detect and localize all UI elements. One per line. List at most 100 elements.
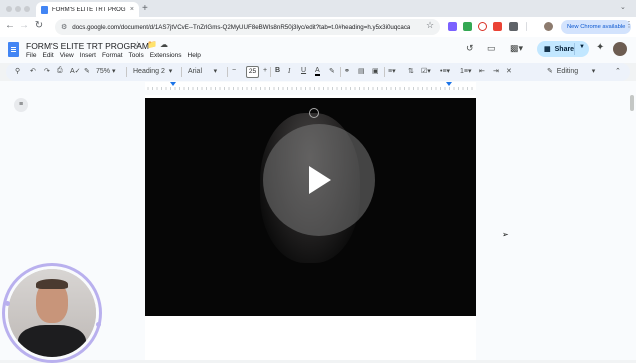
- chrome-menu-icon[interactable]: ⋮: [623, 20, 635, 29]
- star-icon[interactable]: ☆: [134, 40, 141, 49]
- checklist-icon[interactable]: ☑▾: [421, 67, 431, 75]
- share-dropdown-icon[interactable]: ▼: [579, 44, 585, 50]
- document-title[interactable]: FORM'S ELITE TRT PROGRAM: [26, 41, 149, 51]
- share-button[interactable]: ▦ Share ▼: [537, 41, 589, 57]
- print-icon[interactable]: ⎙: [57, 67, 63, 75]
- numbered-list-icon[interactable]: 1≡▾: [460, 67, 472, 75]
- extensions-puzzle-icon[interactable]: [509, 22, 518, 31]
- comment-icon[interactable]: ▭: [487, 43, 496, 54]
- embedded-video[interactable]: [145, 98, 476, 316]
- webcam-person-hair: [36, 279, 68, 289]
- menu-tools[interactable]: Tools: [129, 52, 144, 59]
- window-close-dot[interactable]: [6, 6, 12, 12]
- history-icon[interactable]: ↺: [466, 43, 474, 54]
- address-bar[interactable]: ⚙ docs.google.com/document/d/1AS7jtVCvE-…: [55, 19, 440, 35]
- toolbar-divider: [227, 67, 228, 77]
- webcam-handle[interactable]: [5, 301, 10, 306]
- editing-mode-value: Editing: [556, 68, 579, 75]
- clear-formatting-icon[interactable]: ✕: [506, 67, 512, 75]
- webcam-bubble[interactable]: [8, 269, 96, 357]
- video-call-icon[interactable]: ▩▾: [510, 43, 523, 54]
- document-outline-icon[interactable]: ≡: [14, 98, 28, 112]
- tab-title: FORM'S ELITE TRT PROGRAM: [52, 6, 126, 13]
- bookmark-star-icon[interactable]: ☆: [424, 20, 436, 31]
- bulleted-list-icon[interactable]: •≡▾: [440, 67, 450, 75]
- paragraph-style-select[interactable]: Heading 2 ▾: [133, 67, 172, 75]
- line-spacing-icon[interactable]: ⇅: [408, 67, 414, 75]
- extension-icon-3[interactable]: [478, 22, 487, 31]
- tab-search-button[interactable]: ⌄: [620, 3, 626, 11]
- font-select[interactable]: Arial ▾: [188, 67, 217, 75]
- insert-link-icon[interactable]: ⚭: [344, 67, 350, 75]
- toolbar-divider: [270, 67, 271, 77]
- insert-image-icon[interactable]: ▣: [372, 67, 379, 75]
- zoom-value: 75%: [96, 68, 111, 75]
- tab-close-icon[interactable]: ×: [130, 6, 134, 13]
- browser-toolbar: ← → ↻ ⚙ docs.google.com/document/d/1AS7j…: [0, 17, 636, 37]
- docs-logo-icon[interactable]: [8, 42, 19, 57]
- share-lock-icon: ▦: [544, 46, 551, 53]
- underline-icon[interactable]: U: [301, 67, 306, 74]
- undo-icon[interactable]: ↶: [30, 67, 36, 75]
- window-zoom-dot[interactable]: [24, 6, 30, 12]
- redo-icon[interactable]: ↷: [44, 67, 50, 75]
- docs-header: FORM'S ELITE TRT PROGRAM ☆ 📁 ☁ File Edit…: [0, 37, 636, 63]
- share-divider: [574, 43, 575, 55]
- decrease-font-size-icon[interactable]: −: [232, 67, 236, 74]
- text-color-icon[interactable]: A: [315, 67, 320, 76]
- collapse-menus-icon[interactable]: ⌃: [615, 67, 621, 75]
- decrease-indent-icon[interactable]: ⇤: [479, 67, 485, 75]
- share-label: Share: [554, 45, 575, 53]
- menu-insert[interactable]: Insert: [80, 52, 96, 59]
- vertical-scrollbar[interactable]: [630, 95, 634, 111]
- reload-icon[interactable]: ↻: [33, 20, 45, 31]
- extension-icon-1[interactable]: [448, 22, 457, 31]
- paint-format-icon[interactable]: ✎: [84, 67, 90, 75]
- extension-icon-2[interactable]: [463, 22, 472, 31]
- webcam-handle[interactable]: [96, 322, 101, 327]
- paragraph-style-value: Heading 2: [133, 68, 165, 75]
- menu-extensions[interactable]: Extensions: [150, 52, 182, 59]
- new-chrome-available-button[interactable]: New Chrome available: [561, 20, 632, 34]
- window-minimize-dot[interactable]: [15, 6, 21, 12]
- insert-comment-icon[interactable]: ▤: [358, 67, 365, 75]
- toolbar-divider: [526, 22, 527, 31]
- bold-icon[interactable]: B: [275, 67, 280, 74]
- account-avatar[interactable]: [613, 42, 627, 56]
- sparkle-icon[interactable]: ✦: [596, 42, 604, 53]
- profile-avatar-icon[interactable]: [544, 22, 553, 31]
- forward-icon[interactable]: →: [18, 20, 30, 31]
- increase-font-size-icon[interactable]: +: [263, 67, 267, 74]
- cloud-icon[interactable]: ☁: [160, 40, 168, 49]
- play-icon: [309, 166, 331, 194]
- editing-mode-select[interactable]: ✎ Editing ▾: [547, 67, 595, 75]
- menu-format[interactable]: Format: [102, 52, 123, 59]
- folder-icon[interactable]: 📁: [147, 40, 157, 49]
- align-icon[interactable]: ≡▾: [388, 67, 396, 75]
- spellcheck-icon[interactable]: A✓: [70, 67, 81, 75]
- address-url: docs.google.com/document/d/1AS7jtVCvE--T…: [72, 23, 411, 31]
- increase-indent-icon[interactable]: ⇥: [493, 67, 499, 75]
- zoom-select[interactable]: 75% ▾: [96, 67, 115, 75]
- italic-icon[interactable]: I: [288, 67, 290, 75]
- back-icon[interactable]: ←: [4, 20, 16, 31]
- extension-icon-4[interactable]: [493, 22, 502, 31]
- menu-edit[interactable]: Edit: [42, 52, 53, 59]
- toolbar-divider: [384, 67, 385, 77]
- video-logo-icon: [309, 108, 319, 118]
- browser-tab[interactable]: FORM'S ELITE TRT PROGRAM ×: [36, 2, 139, 17]
- highlight-color-icon[interactable]: ✎: [329, 67, 335, 75]
- horizontal-ruler[interactable]: [140, 82, 480, 90]
- font-value: Arial: [188, 68, 203, 75]
- toolbar-divider: [126, 67, 127, 77]
- browser-tab-strip: FORM'S ELITE TRT PROGRAM × + ⌄: [0, 0, 636, 17]
- site-info-icon[interactable]: ⚙: [61, 23, 67, 31]
- new-tab-button[interactable]: +: [142, 3, 148, 14]
- menu-help[interactable]: Help: [188, 52, 201, 59]
- search-menus-icon[interactable]: ⚲: [15, 67, 20, 75]
- font-size-input[interactable]: 25: [246, 66, 259, 78]
- menu-view[interactable]: View: [60, 52, 74, 59]
- menu-file[interactable]: File: [26, 52, 36, 59]
- docs-menu-bar: File Edit View Insert Format Tools Exten…: [26, 52, 201, 59]
- webcam-person-body: [18, 325, 86, 357]
